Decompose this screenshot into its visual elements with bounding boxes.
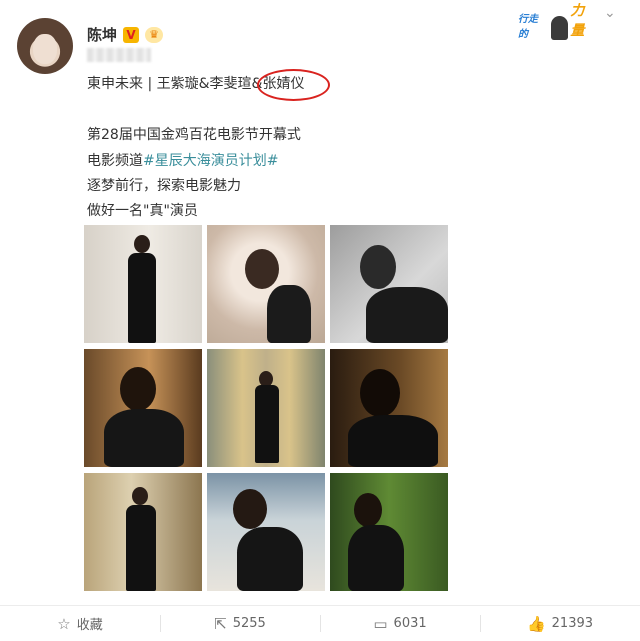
repost-count: 5255 xyxy=(232,616,266,631)
author-name[interactable]: 陈坤 xyxy=(87,24,117,45)
post-text-channel: 电影频道 xyxy=(87,153,143,169)
star-icon: ☆ xyxy=(57,614,71,633)
photo-6-figure xyxy=(348,415,438,467)
photo-2-head xyxy=(245,249,279,289)
photo-8[interactable] xyxy=(207,473,325,591)
photo-8-head xyxy=(233,489,267,529)
verified-badge-icon[interactable]: V xyxy=(123,26,140,43)
campaign-text-small: 行走的 xyxy=(518,14,538,40)
comment-icon: ▭ xyxy=(373,614,388,633)
post-text-line-3: 逐梦前行，探索电影魅力 xyxy=(87,178,241,194)
like-count: 21393 xyxy=(551,616,594,631)
campaign-text-big: 力量 xyxy=(570,3,585,39)
photo-1-figure xyxy=(128,253,156,343)
author-row: 陈坤 V ♛ xyxy=(87,24,164,45)
thumbs-up-icon: 👍 xyxy=(526,614,546,633)
photo-4-figure xyxy=(104,409,184,467)
photo-2[interactable] xyxy=(207,225,325,343)
photo-6[interactable] xyxy=(330,349,448,467)
highlight-circle xyxy=(257,69,330,101)
campaign-banner[interactable]: 行走的 力量 xyxy=(518,3,598,40)
collect-label: 收藏 xyxy=(76,618,103,633)
photo-9-head xyxy=(354,493,382,527)
photo-5[interactable] xyxy=(207,349,325,467)
chevron-down-icon[interactable]: ⌄ xyxy=(604,5,616,21)
photo-1[interactable] xyxy=(84,225,202,343)
photo-8-figure xyxy=(237,527,303,591)
photo-3-head xyxy=(360,245,396,289)
author-avatar[interactable] xyxy=(17,18,73,74)
photo-7[interactable] xyxy=(84,473,202,591)
photo-9[interactable] xyxy=(330,473,448,591)
photo-2-figure xyxy=(267,285,311,343)
comment-count: 6031 xyxy=(393,616,427,631)
post-time-blurred xyxy=(87,48,151,62)
collect-button[interactable]: ☆ 收藏 xyxy=(0,606,160,641)
crown-badge-icon[interactable]: ♛ xyxy=(145,26,164,43)
like-button[interactable]: 👍 21393 xyxy=(480,606,640,641)
repost-button[interactable]: ⇱ 5255 xyxy=(160,606,320,641)
photo-grid xyxy=(84,225,448,593)
photo-7-head xyxy=(132,487,148,505)
photo-5-figure xyxy=(255,385,279,463)
photo-4[interactable] xyxy=(84,349,202,467)
campaign-person-icon xyxy=(550,16,569,40)
photo-9-figure xyxy=(348,525,404,591)
photo-1-head xyxy=(134,235,150,253)
action-bar: ☆ 收藏 ⇱ 5255 ▭ 6031 👍 21393 xyxy=(0,605,640,641)
avatar-face xyxy=(33,34,57,64)
photo-6-head xyxy=(360,369,400,417)
post-text-line-2: 电影频道#星辰大海演员计划# xyxy=(87,150,278,170)
comment-button[interactable]: ▭ 6031 xyxy=(320,606,480,641)
repost-icon: ⇱ xyxy=(214,614,227,633)
photo-3-figure xyxy=(366,287,448,343)
post-text-line-4: 做好一名"真"演员 xyxy=(87,203,198,219)
photo-7-figure xyxy=(126,505,156,591)
photo-4-head xyxy=(120,367,156,411)
post-text-line-1: 第28届中国金鸡百花电影节开幕式 xyxy=(87,127,301,143)
hashtag-link[interactable]: #星辰大海演员计划# xyxy=(143,153,278,169)
photo-3[interactable] xyxy=(330,225,448,343)
